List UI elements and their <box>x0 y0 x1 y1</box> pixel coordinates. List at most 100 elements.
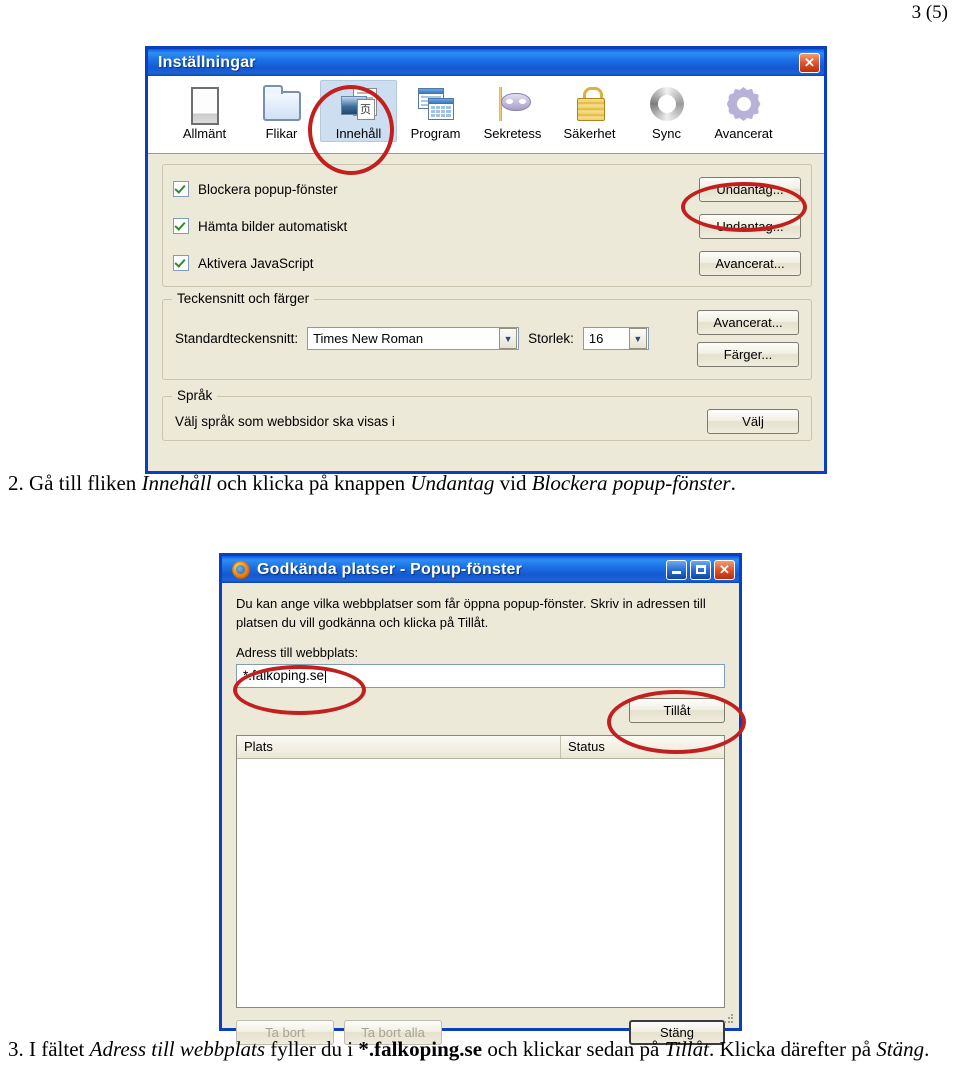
step-3-instruction: 3. I fältet Adress till webbplats fyller… <box>8 1036 952 1063</box>
option-block-popups: Blockera popup-fönster Undantag... <box>173 174 801 204</box>
option-label: Blockera popup-fönster <box>198 181 338 197</box>
fonts-buttons: Avancerat... Färger... <box>697 310 799 367</box>
step-2-text-4: . <box>730 471 736 495</box>
content-icon: 页 <box>339 84 379 124</box>
tab-label: Sekretess <box>483 126 542 141</box>
chevron-down-icon: ▼ <box>499 328 518 349</box>
default-font-value: Times New Roman <box>313 331 424 346</box>
default-font-row: Standardteckensnitt: Times New Roman ▼ S… <box>175 310 799 367</box>
tab-label: Flikar <box>265 126 298 141</box>
step-2-emphasis-2: Undantag <box>410 471 495 495</box>
allowed-sites-body: Du kan ange vilka webbplatser som får öp… <box>222 583 739 1055</box>
tab-label: Säkerhet <box>563 126 616 141</box>
tab-program[interactable]: Program <box>397 80 474 141</box>
mask-icon <box>493 84 533 124</box>
font-size-value: 16 <box>588 331 604 346</box>
option-enable-javascript: Aktivera JavaScript Avancerat... <box>173 248 801 278</box>
step-3-text-4: . Klicka därefter på <box>708 1037 877 1061</box>
settings-window-controls: ✕ <box>799 52 820 73</box>
windows-icon <box>416 84 456 124</box>
fonts-and-colors-group: Teckensnitt och färger Standardteckensni… <box>162 291 812 380</box>
colors-button[interactable]: Färger... <box>697 342 799 367</box>
tab-innehall[interactable]: 页 Innehåll <box>320 80 397 142</box>
step-2-text-3: vid <box>494 471 532 495</box>
tab-sakerhet[interactable]: Säkerhet <box>551 80 628 141</box>
close-icon[interactable]: ✕ <box>799 52 820 73</box>
checkbox-load-images[interactable] <box>173 218 189 234</box>
tab-label: Avancerat <box>714 126 773 141</box>
close-icon[interactable]: ✕ <box>714 559 735 580</box>
option-label: Hämta bilder automatiskt <box>198 218 348 234</box>
address-field-label: Adress till webbplats: <box>236 644 359 660</box>
list-header-row: Plats Status <box>237 735 724 759</box>
tab-sync[interactable]: Sync <box>628 80 705 141</box>
step-3-text-3: och klickar sedan på <box>482 1037 665 1061</box>
padlock-icon <box>570 84 610 124</box>
step-3-text-1: I fältet <box>23 1037 90 1061</box>
address-input[interactable]: *.falkoping.se <box>236 663 725 688</box>
step-2-text-1: Gå till fliken <box>23 471 142 495</box>
settings-titlebar: Inställningar ✕ <box>145 46 827 76</box>
fonts-group-title: Teckensnitt och färger <box>172 291 315 306</box>
step-3-emphasis-2: Tillåt <box>664 1037 709 1061</box>
column-header-status[interactable]: Status <box>561 736 724 758</box>
tab-allmant[interactable]: Allmänt <box>166 80 243 141</box>
settings-window: Inställningar ✕ Allmänt Flikar 页 Innehål… <box>145 46 827 474</box>
tab-avancerat[interactable]: Avancerat <box>705 80 782 141</box>
step-2-text-2: och klicka på knappen <box>211 471 411 495</box>
allowed-sites-list[interactable]: Plats Status <box>236 734 725 1008</box>
checkbox-enable-javascript[interactable] <box>173 255 189 271</box>
settings-content-panel: Blockera popup-fönster Undantag... Hämta… <box>148 154 824 441</box>
tab-label: Sync <box>652 126 681 141</box>
advanced-javascript-button[interactable]: Avancerat... <box>699 250 801 276</box>
folder-tab-icon <box>262 84 302 124</box>
step-3-emphasis-3: Stäng <box>876 1037 925 1061</box>
language-group: Språk Välj språk som webbsidor ska visas… <box>162 388 812 441</box>
page-number: 3 (5) <box>911 2 948 23</box>
step-3-strong-1: *.falkoping.se <box>358 1037 483 1061</box>
exceptions-images-button[interactable]: Undantag... <box>699 213 801 239</box>
content-options-panel: Blockera popup-fönster Undantag... Hämta… <box>162 164 812 287</box>
allowed-sites-window-controls: ✕ <box>666 559 735 580</box>
font-size-label: Storlek: <box>528 331 574 346</box>
list-body-empty <box>237 758 724 1007</box>
maximize-icon[interactable] <box>690 559 711 580</box>
default-font-select[interactable]: Times New Roman ▼ <box>307 327 520 350</box>
gear-icon <box>724 84 764 124</box>
firefox-icon <box>232 560 250 579</box>
page-icon <box>185 84 225 125</box>
allow-button[interactable]: Tillåt <box>629 697 725 723</box>
text-cursor <box>325 668 327 684</box>
choose-language-button[interactable]: Välj <box>707 409 799 434</box>
sync-icon <box>647 84 687 124</box>
allowed-sites-window-title: Godkända platser - Popup-fönster <box>257 560 523 578</box>
allowed-sites-titlebar: Godkända platser - Popup-fönster ✕ <box>219 553 742 583</box>
default-font-label: Standardteckensnitt: <box>175 331 299 346</box>
column-header-plats[interactable]: Plats <box>237 735 561 758</box>
step-3-text-2: fyller du i <box>265 1037 359 1061</box>
step-3-number: 3. <box>8 1037 24 1061</box>
address-input-value: *.falkoping.se <box>243 668 325 684</box>
fonts-advanced-button[interactable]: Avancerat... <box>697 310 799 335</box>
tab-label: Allmänt <box>182 126 227 141</box>
language-group-title: Språk <box>172 388 218 403</box>
exceptions-popups-button[interactable]: Undantag... <box>699 176 801 202</box>
step-2-number: 2. <box>8 471 24 495</box>
step-3-emphasis-1: Adress till webbplats <box>89 1037 266 1061</box>
option-load-images: Hämta bilder automatiskt Undantag... <box>173 211 801 241</box>
allowed-sites-description: Du kan ange vilka webbplatser som får öp… <box>236 596 706 630</box>
step-3-text-5: . <box>924 1037 930 1061</box>
allow-button-row: Tillåt <box>236 697 725 723</box>
allowed-sites-window: Godkända platser - Popup-fönster ✕ Du ka… <box>219 553 742 1045</box>
minimize-icon[interactable] <box>666 559 687 580</box>
resize-grip[interactable] <box>723 1013 734 1024</box>
tab-flikar[interactable]: Flikar <box>243 80 320 141</box>
font-size-select[interactable]: 16 ▼ <box>582 327 649 350</box>
settings-tab-toolbar: Allmänt Flikar 页 Innehåll Program Sekret… <box>148 76 824 154</box>
language-row: Välj språk som webbsidor ska visas i Väl… <box>175 409 799 434</box>
step-2-emphasis-3: Blockera popup-fönster <box>531 471 731 495</box>
settings-window-title: Inställningar <box>158 53 256 71</box>
tab-sekretess[interactable]: Sekretess <box>474 80 551 141</box>
step-2-instruction: 2. Gå till fliken Innehåll och klicka på… <box>8 470 952 497</box>
checkbox-block-popups[interactable] <box>173 181 189 197</box>
